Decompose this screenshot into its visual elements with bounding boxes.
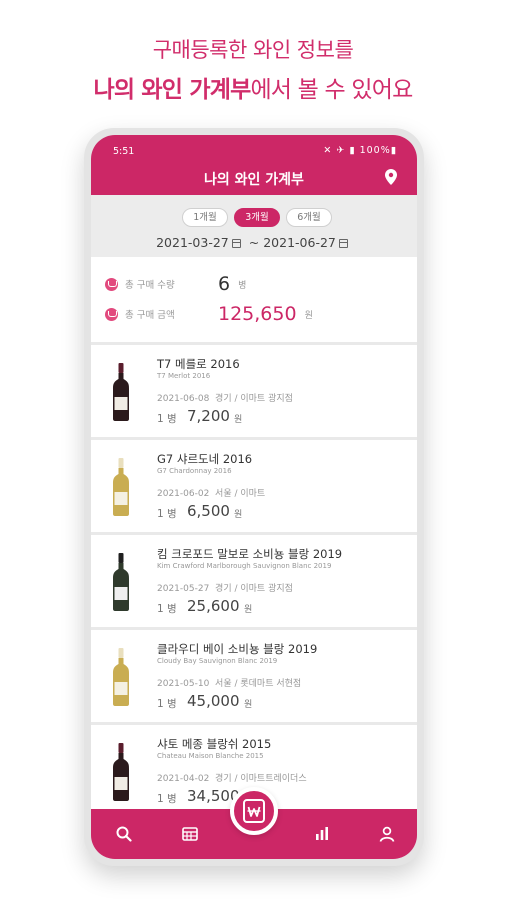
purchase-meta: 2021-05-10 서울 / 롯데마트 서현점 bbox=[157, 679, 302, 689]
tab-3-months[interactable]: 3개월 bbox=[234, 208, 280, 227]
purchase-store: 이마트 광지점 bbox=[240, 584, 293, 594]
purchase-meta: 2021-04-02 경기 / 이마트트레이더스 bbox=[157, 774, 307, 784]
promo-headline-1: 구매등록한 와인 정보를 bbox=[152, 38, 354, 62]
total-amount-row: 총 구매 금액 125,650 원 bbox=[105, 303, 313, 325]
purchase-store: 이마트트레이더스 bbox=[240, 774, 307, 784]
purchase-meta: 2021-05-27 경기 / 이마트 광지점 bbox=[157, 584, 293, 594]
wine-purchase-list: T7 메를로 2016 T7 Merlot 2016 2021-06-08 경기 /… bbox=[91, 345, 417, 820]
wine-bottle-image bbox=[113, 553, 129, 611]
wine-name: G7 샤르도네 2016 bbox=[157, 452, 253, 466]
register-purchase-button[interactable] bbox=[230, 787, 278, 835]
bottom-nav bbox=[91, 787, 417, 859]
wine-bottle-image bbox=[113, 458, 129, 516]
total-amount-value: 125,650 bbox=[218, 303, 297, 325]
total-amount-label: 총 구매 금액 bbox=[125, 310, 175, 321]
wine-name: T7 메를로 2016 bbox=[157, 357, 240, 371]
tab-1-month[interactable]: 1개월 bbox=[182, 208, 228, 227]
location-pin-icon[interactable] bbox=[385, 169, 397, 185]
purchase-summary: 총 구매 수량 6 병 총 구매 금액 125,650 원 bbox=[91, 257, 417, 342]
date-separator: ~ bbox=[248, 235, 260, 250]
purchase-quantity: 1 병 bbox=[157, 793, 177, 805]
purchase-region: 서울 bbox=[215, 679, 232, 689]
purchase-date: 2021-04-02 bbox=[157, 774, 210, 784]
period-tabs: 1개월 3개월 6개월 bbox=[182, 208, 332, 228]
purchase-region: 경기 bbox=[215, 774, 232, 784]
promo-headline-bold: 나의 와인 가계부 bbox=[93, 77, 252, 103]
wine-name-english: T7 Merlot 2016 bbox=[157, 372, 211, 380]
purchase-quantity: 1 병 bbox=[157, 698, 177, 710]
total-count-row: 총 구매 수량 6 병 bbox=[105, 273, 247, 295]
purchase-date: 2021-05-10 bbox=[157, 679, 210, 689]
purchase-store: 이마트 bbox=[240, 489, 266, 499]
price-unit: 원 bbox=[234, 510, 243, 520]
phone-frame: 5:51 ✕ ✈ ▮ 100%▮ 나의 와인 가계부 1개월 3개월 6개월 2… bbox=[84, 128, 424, 866]
page-title: 나의 와인 가계부 bbox=[204, 172, 304, 188]
total-count-label: 총 구매 수량 bbox=[125, 280, 175, 291]
total-count-unit: 병 bbox=[238, 280, 247, 291]
purchase-date: 2021-05-27 bbox=[157, 584, 210, 594]
tab-6-months[interactable]: 6개월 bbox=[286, 208, 332, 227]
total-amount-unit: 원 bbox=[304, 310, 313, 321]
price-unit: 원 bbox=[234, 415, 243, 425]
price-unit: 원 bbox=[244, 605, 253, 615]
wine-name-english: Cloudy Bay Sauvignon Blanc 2019 bbox=[157, 657, 278, 665]
wine-name-english: Kim Crawford Marlborough Sauvignon Blanc… bbox=[157, 562, 332, 570]
search-icon[interactable] bbox=[115, 825, 133, 843]
wine-bottle-image bbox=[113, 743, 129, 801]
period-filter: 1개월 3개월 6개월 2021-03-27 ~ 2021-06-27 bbox=[91, 195, 417, 257]
wine-name: 샤토 메종 블랑쉬 2015 bbox=[157, 737, 272, 751]
purchase-price: 45,000 bbox=[187, 692, 240, 710]
wine-list-item[interactable]: 클라우디 베이 소비뇽 블랑 2019 Cloudy Bay Sauvignon … bbox=[91, 630, 417, 722]
stats-icon[interactable] bbox=[313, 825, 331, 843]
purchase-region: 경기 bbox=[215, 584, 232, 594]
purchase-price: 6,500 bbox=[187, 502, 230, 520]
purchase-date: 2021-06-08 bbox=[157, 394, 210, 404]
purchase-store: 롯데마트 서현점 bbox=[240, 679, 302, 689]
wine-bottle-image bbox=[113, 363, 129, 421]
purchase-quantity: 1 병 bbox=[157, 413, 177, 425]
wine-glass-icon bbox=[105, 277, 118, 291]
wine-list-item[interactable]: T7 메를로 2016 T7 Merlot 2016 2021-06-08 경기 /… bbox=[91, 345, 417, 437]
wine-list-item[interactable]: G7 샤르도네 2016 G7 Chardonnay 2016 2021-06-02… bbox=[91, 440, 417, 532]
purchase-price: 7,200 bbox=[187, 407, 230, 425]
phone-screen: 5:51 ✕ ✈ ▮ 100%▮ 나의 와인 가계부 1개월 3개월 6개월 2… bbox=[91, 135, 417, 859]
purchase-region: 서울 bbox=[215, 489, 232, 499]
start-date[interactable]: 2021-03-27 bbox=[156, 235, 229, 250]
status-time: 5:51 bbox=[113, 146, 135, 157]
price-unit: 원 bbox=[244, 700, 253, 710]
wine-list-icon[interactable] bbox=[181, 825, 199, 843]
wine-glass-icon bbox=[105, 307, 118, 321]
app-bar: 5:51 ✕ ✈ ▮ 100%▮ 나의 와인 가계부 bbox=[91, 135, 417, 195]
purchase-region: 경기 bbox=[215, 394, 232, 404]
status-icons: ✕ ✈ ▮ 100%▮ bbox=[323, 145, 397, 156]
date-range: 2021-03-27 ~ 2021-06-27 bbox=[91, 235, 417, 250]
wine-name: 킴 크로포드 말보로 소비뇽 블랑 2019 bbox=[157, 547, 343, 561]
promo-headline-2: 나의 와인 가계부에서 볼 수 있어요 bbox=[0, 70, 506, 104]
profile-icon[interactable] bbox=[378, 825, 396, 843]
purchase-price: 25,600 bbox=[187, 597, 240, 615]
purchase-store: 이마트 광지점 bbox=[240, 394, 293, 404]
end-date[interactable]: 2021-06-27 bbox=[263, 235, 336, 250]
calendar-icon[interactable] bbox=[338, 239, 348, 248]
purchase-quantity: 1 병 bbox=[157, 508, 177, 520]
purchase-meta: 2021-06-08 경기 / 이마트 광지점 bbox=[157, 394, 293, 404]
wine-name: 클라우디 베이 소비뇽 블랑 2019 bbox=[157, 642, 318, 656]
wine-list-item[interactable]: 킴 크로포드 말보로 소비뇽 블랑 2019 Kim Crawford Marlb… bbox=[91, 535, 417, 627]
calendar-icon[interactable] bbox=[231, 239, 241, 248]
won-register-icon bbox=[243, 799, 265, 823]
wine-name-english: G7 Chardonnay 2016 bbox=[157, 467, 232, 475]
wine-bottle-image bbox=[113, 648, 129, 706]
promo-headline-rest: 에서 볼 수 있어요 bbox=[250, 77, 413, 103]
purchase-quantity: 1 병 bbox=[157, 603, 177, 615]
purchase-meta: 2021-06-02 서울 / 이마트 bbox=[157, 489, 266, 499]
total-count-value: 6 bbox=[218, 273, 231, 295]
wine-name-english: Chateau Maison Blanche 2015 bbox=[157, 752, 264, 760]
purchase-date: 2021-06-02 bbox=[157, 489, 210, 499]
